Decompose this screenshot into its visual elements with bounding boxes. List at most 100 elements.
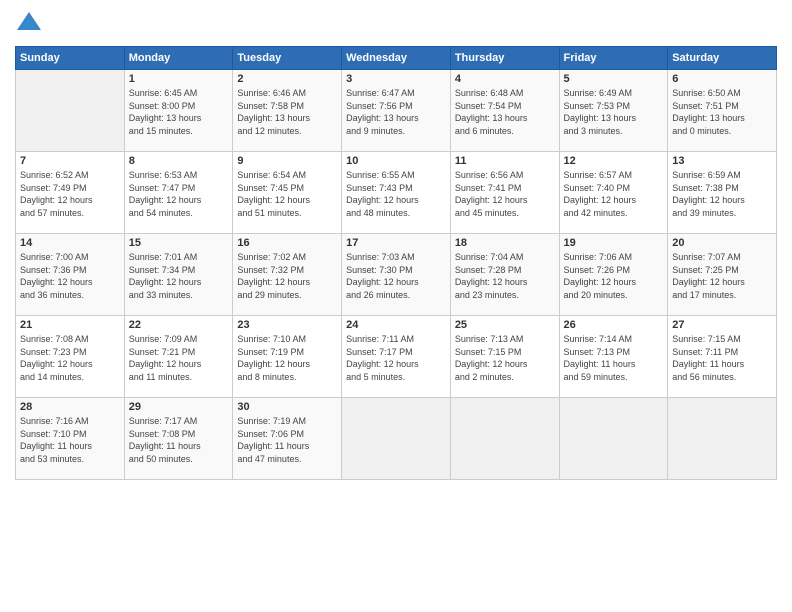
calendar-cell: 8 Sunrise: 6:53 AM Sunset: 7:47 PM Daylig…	[124, 152, 233, 234]
day-header-wednesday: Wednesday	[342, 47, 451, 70]
calendar-cell	[559, 398, 668, 480]
calendar-cell: 6 Sunrise: 6:50 AM Sunset: 7:51 PM Daylig…	[668, 70, 777, 152]
day-number: 17	[346, 237, 446, 249]
day-info: Sunrise: 7:19 AM Sunset: 7:06 PM Dayligh…	[237, 415, 337, 465]
day-info: Sunrise: 7:00 AM Sunset: 7:36 PM Dayligh…	[20, 251, 120, 301]
day-number: 29	[129, 401, 229, 413]
day-info: Sunrise: 7:17 AM Sunset: 7:08 PM Dayligh…	[129, 415, 229, 465]
day-number: 15	[129, 237, 229, 249]
calendar-cell: 7 Sunrise: 6:52 AM Sunset: 7:49 PM Daylig…	[16, 152, 125, 234]
day-info: Sunrise: 6:49 AM Sunset: 7:53 PM Dayligh…	[564, 87, 664, 137]
day-info: Sunrise: 7:11 AM Sunset: 7:17 PM Dayligh…	[346, 333, 446, 383]
day-number: 30	[237, 401, 337, 413]
day-number: 19	[564, 237, 664, 249]
day-number: 12	[564, 155, 664, 167]
day-number: 4	[455, 73, 555, 85]
day-info: Sunrise: 7:08 AM Sunset: 7:23 PM Dayligh…	[20, 333, 120, 383]
calendar-cell: 18 Sunrise: 7:04 AM Sunset: 7:28 PM Dayli…	[450, 234, 559, 316]
week-row-4: 21 Sunrise: 7:08 AM Sunset: 7:23 PM Dayli…	[16, 316, 777, 398]
day-header-friday: Friday	[559, 47, 668, 70]
day-number: 22	[129, 319, 229, 331]
calendar-cell	[668, 398, 777, 480]
calendar-cell: 21 Sunrise: 7:08 AM Sunset: 7:23 PM Dayli…	[16, 316, 125, 398]
calendar-cell	[342, 398, 451, 480]
calendar-cell: 13Sunrise: 6:59 AM Sunset: 7:38 PM Dayli…	[668, 152, 777, 234]
day-number: 26	[564, 319, 664, 331]
calendar-cell: 1 Sunrise: 6:45 AM Sunset: 8:00 PM Daylig…	[124, 70, 233, 152]
day-info: Sunrise: 6:52 AM Sunset: 7:49 PM Dayligh…	[20, 169, 120, 219]
day-number: 8	[129, 155, 229, 167]
day-number: 9	[237, 155, 337, 167]
day-info: Sunrise: 6:50 AM Sunset: 7:51 PM Dayligh…	[672, 87, 772, 137]
day-number: 10	[346, 155, 446, 167]
calendar-cell: 30 Sunrise: 7:19 AM Sunset: 7:06 PM Dayli…	[233, 398, 342, 480]
day-number: 5	[564, 73, 664, 85]
day-info: Sunrise: 6:54 AM Sunset: 7:45 PM Dayligh…	[237, 169, 337, 219]
calendar-cell: 17 Sunrise: 7:03 AM Sunset: 7:30 PM Dayli…	[342, 234, 451, 316]
day-info: Sunrise: 6:57 AM Sunset: 7:40 PM Dayligh…	[564, 169, 664, 219]
calendar-cell: 25 Sunrise: 7:13 AM Sunset: 7:15 PM Dayli…	[450, 316, 559, 398]
calendar-cell: 19Sunrise: 7:06 AM Sunset: 7:26 PM Dayli…	[559, 234, 668, 316]
day-number: 6	[672, 73, 772, 85]
day-number: 3	[346, 73, 446, 85]
day-number: 16	[237, 237, 337, 249]
day-info: Sunrise: 6:59 AM Sunset: 7:38 PM Dayligh…	[672, 169, 772, 219]
day-header-tuesday: Tuesday	[233, 47, 342, 70]
day-number: 1	[129, 73, 229, 85]
day-number: 21	[20, 319, 120, 331]
calendar-cell: 28Sunrise: 7:16 AM Sunset: 7:10 PM Dayli…	[16, 398, 125, 480]
calendar-cell: 29 Sunrise: 7:17 AM Sunset: 7:08 PM Dayli…	[124, 398, 233, 480]
day-info: Sunrise: 7:09 AM Sunset: 7:21 PM Dayligh…	[129, 333, 229, 383]
day-number: 7	[20, 155, 120, 167]
calendar-cell: 15 Sunrise: 7:01 AM Sunset: 7:34 PM Dayli…	[124, 234, 233, 316]
day-info: Sunrise: 7:07 AM Sunset: 7:25 PM Dayligh…	[672, 251, 772, 301]
calendar-cell	[450, 398, 559, 480]
calendar-cell: 27Sunrise: 7:15 AM Sunset: 7:11 PM Dayli…	[668, 316, 777, 398]
calendar-cell: 16 Sunrise: 7:02 AM Sunset: 7:32 PM Dayli…	[233, 234, 342, 316]
day-info: Sunrise: 7:14 AM Sunset: 7:13 PM Dayligh…	[564, 333, 664, 383]
calendar-cell	[16, 70, 125, 152]
calendar-cell: 11 Sunrise: 6:56 AM Sunset: 7:41 PM Dayli…	[450, 152, 559, 234]
day-number: 14	[20, 237, 120, 249]
day-number: 28	[20, 401, 120, 413]
day-info: Sunrise: 6:46 AM Sunset: 7:58 PM Dayligh…	[237, 87, 337, 137]
day-info: Sunrise: 7:04 AM Sunset: 7:28 PM Dayligh…	[455, 251, 555, 301]
calendar-cell: 2 Sunrise: 6:46 AM Sunset: 7:58 PM Daylig…	[233, 70, 342, 152]
calendar-cell: 23 Sunrise: 7:10 AM Sunset: 7:19 PM Dayli…	[233, 316, 342, 398]
day-header-thursday: Thursday	[450, 47, 559, 70]
week-row-5: 28Sunrise: 7:16 AM Sunset: 7:10 PM Dayli…	[16, 398, 777, 480]
day-info: Sunrise: 6:56 AM Sunset: 7:41 PM Dayligh…	[455, 169, 555, 219]
day-number: 11	[455, 155, 555, 167]
day-header-sunday: Sunday	[16, 47, 125, 70]
day-info: Sunrise: 6:47 AM Sunset: 7:56 PM Dayligh…	[346, 87, 446, 137]
day-info: Sunrise: 7:03 AM Sunset: 7:30 PM Dayligh…	[346, 251, 446, 301]
day-info: Sunrise: 6:53 AM Sunset: 7:47 PM Dayligh…	[129, 169, 229, 219]
calendar-cell: 10 Sunrise: 6:55 AM Sunset: 7:43 PM Dayli…	[342, 152, 451, 234]
day-info: Sunrise: 7:10 AM Sunset: 7:19 PM Dayligh…	[237, 333, 337, 383]
day-info: Sunrise: 6:55 AM Sunset: 7:43 PM Dayligh…	[346, 169, 446, 219]
day-info: Sunrise: 7:15 AM Sunset: 7:11 PM Dayligh…	[672, 333, 772, 383]
day-number: 25	[455, 319, 555, 331]
day-header-saturday: Saturday	[668, 47, 777, 70]
day-info: Sunrise: 7:02 AM Sunset: 7:32 PM Dayligh…	[237, 251, 337, 301]
day-info: Sunrise: 7:13 AM Sunset: 7:15 PM Dayligh…	[455, 333, 555, 383]
day-info: Sunrise: 7:01 AM Sunset: 7:34 PM Dayligh…	[129, 251, 229, 301]
day-header-monday: Monday	[124, 47, 233, 70]
day-number: 23	[237, 319, 337, 331]
header	[15, 10, 777, 38]
calendar-cell: 12 Sunrise: 6:57 AM Sunset: 7:40 PM Dayli…	[559, 152, 668, 234]
calendar-cell: 3 Sunrise: 6:47 AM Sunset: 7:56 PM Daylig…	[342, 70, 451, 152]
header-row: SundayMondayTuesdayWednesdayThursdayFrid…	[16, 47, 777, 70]
calendar-cell: 20 Sunrise: 7:07 AM Sunset: 7:25 PM Dayli…	[668, 234, 777, 316]
calendar-cell: 22 Sunrise: 7:09 AM Sunset: 7:21 PM Dayli…	[124, 316, 233, 398]
logo	[15, 10, 47, 38]
day-info: Sunrise: 6:45 AM Sunset: 8:00 PM Dayligh…	[129, 87, 229, 137]
day-number: 20	[672, 237, 772, 249]
calendar-cell: 9 Sunrise: 6:54 AM Sunset: 7:45 PM Daylig…	[233, 152, 342, 234]
logo-icon	[15, 10, 43, 38]
day-number: 2	[237, 73, 337, 85]
week-row-1: 1 Sunrise: 6:45 AM Sunset: 8:00 PM Daylig…	[16, 70, 777, 152]
day-number: 18	[455, 237, 555, 249]
week-row-2: 7 Sunrise: 6:52 AM Sunset: 7:49 PM Daylig…	[16, 152, 777, 234]
day-info: Sunrise: 6:48 AM Sunset: 7:54 PM Dayligh…	[455, 87, 555, 137]
